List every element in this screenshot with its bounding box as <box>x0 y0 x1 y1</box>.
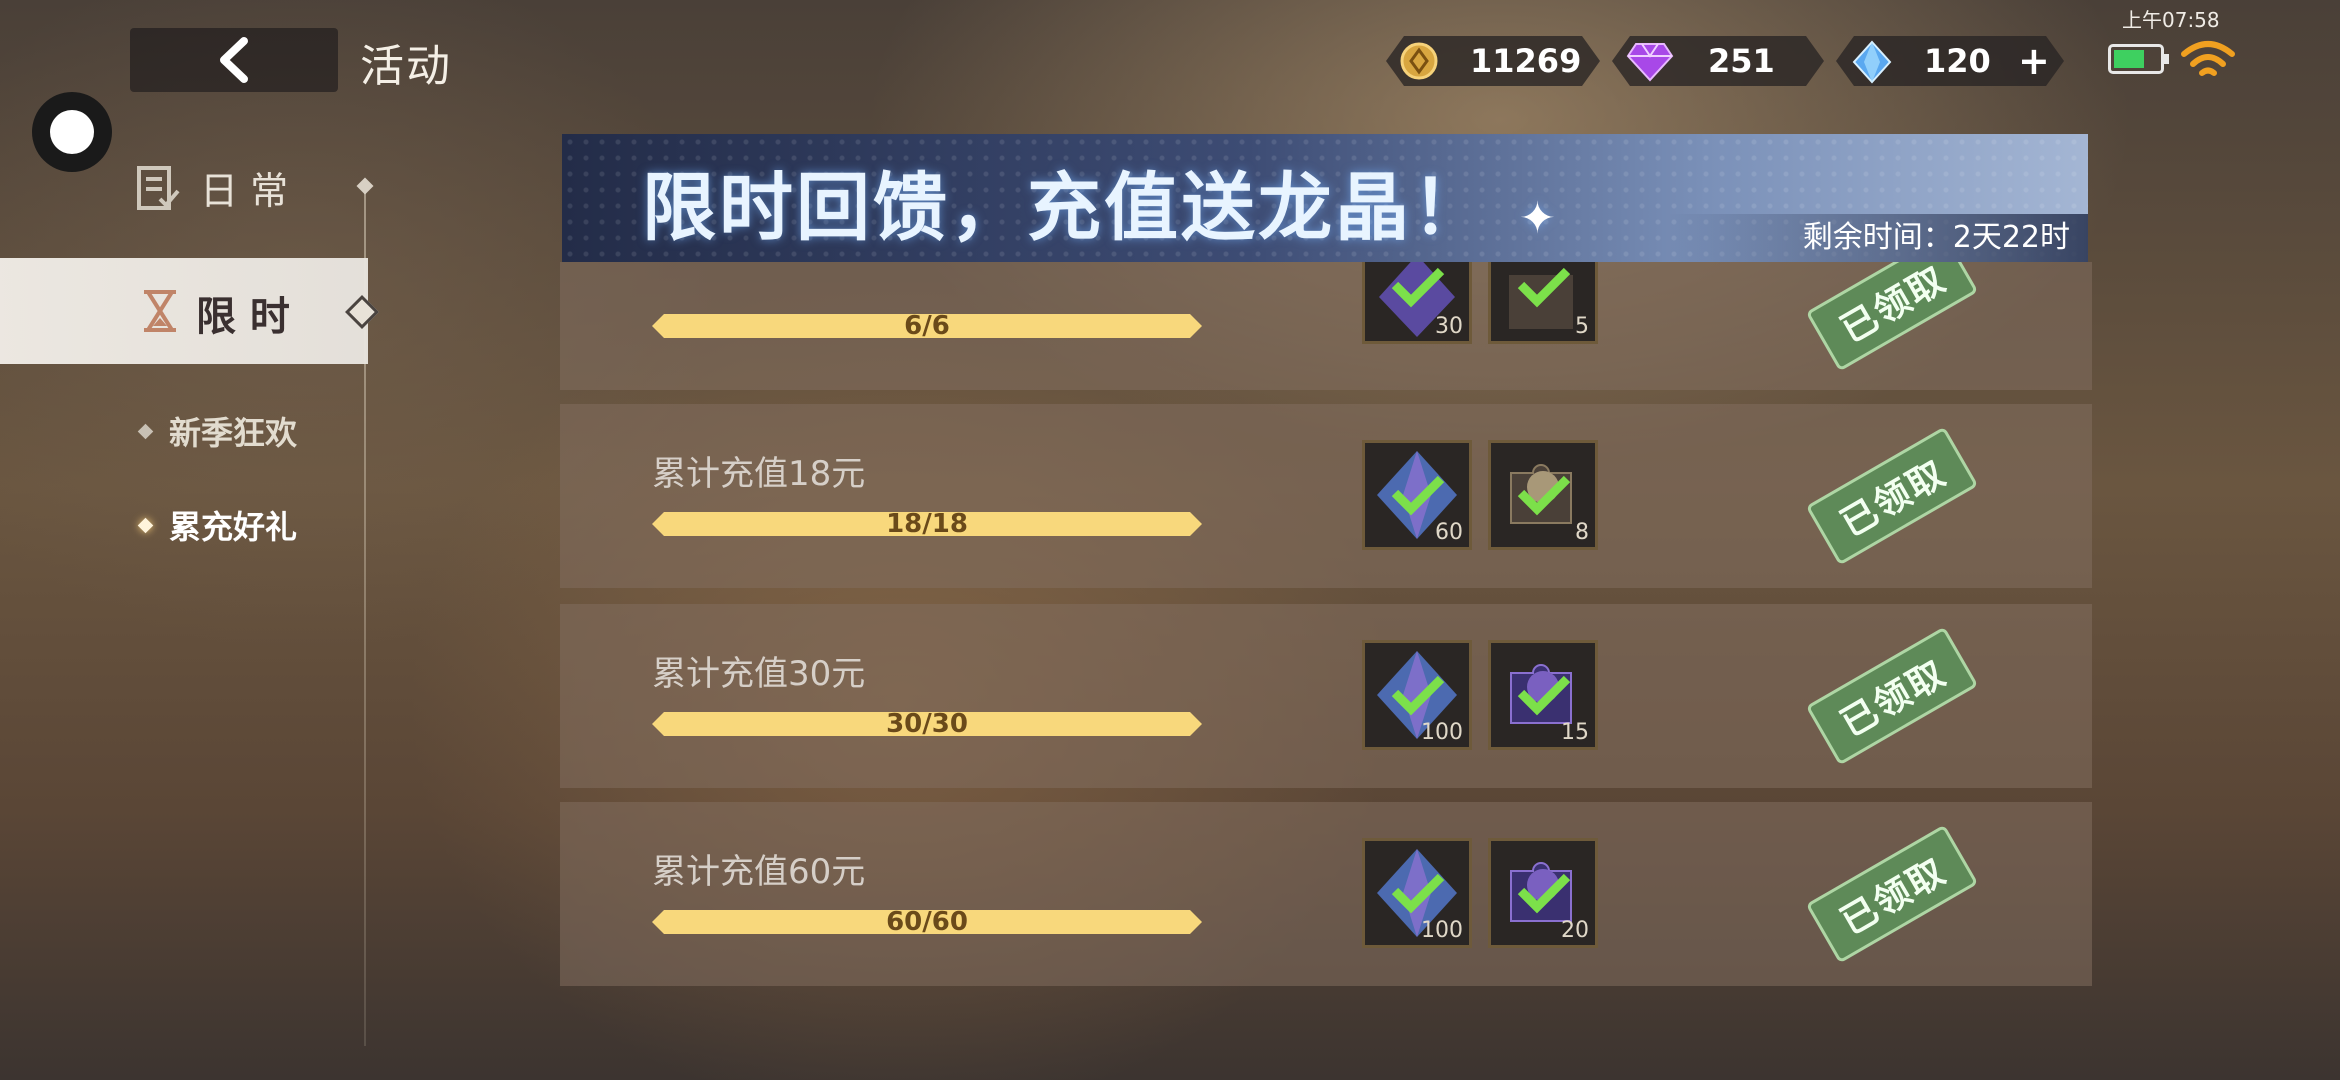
progress-bar: 30/30 <box>652 712 1202 736</box>
sidebar-item-label: 日 常 <box>200 169 289 213</box>
add-crystal-button[interactable]: + <box>2018 39 2050 83</box>
claimed-stamp[interactable]: 已领取 <box>1805 426 1979 566</box>
checklist-icon <box>137 165 180 210</box>
purple-diamond-value: 251 <box>1708 42 1775 80</box>
reward-count: 5 <box>1575 314 1589 339</box>
purple-diamond-counter: 251 <box>1612 36 1824 86</box>
reward-row: 6/6 30 5 已领取 <box>560 222 2092 390</box>
sidebar-item-label: 限 时 <box>196 294 290 340</box>
wifi-icon <box>2181 41 2235 76</box>
remaining-time: 剩余时间：2天22时 <box>1802 220 2070 255</box>
reward-count: 100 <box>1421 720 1463 745</box>
reward-row: 累计充值18元 18/18 60 8 已领取 <box>560 404 2092 588</box>
progress-text: 18/18 <box>886 509 968 539</box>
claimed-label: 已领取 <box>1834 850 1954 944</box>
floating-assist-button[interactable] <box>32 92 112 172</box>
reward-item[interactable]: 8 <box>1488 440 1598 550</box>
reward-row: 累计充值30元 30/30 100 15 已领取 <box>560 604 2092 788</box>
status-time: 上午07:58 <box>2122 8 2220 32</box>
banner-title-text: 限时回馈，充值送龙晶！ <box>642 165 1489 251</box>
reward-count: 8 <box>1575 520 1589 545</box>
reward-item[interactable]: 20 <box>1488 838 1598 948</box>
claimed-stamp[interactable]: 已领取 <box>1805 626 1979 766</box>
event-banner: 限时回馈，充值送龙晶！ ✦ 剩余时间：2天22时 <box>562 134 2088 262</box>
blue-crystal-icon <box>1850 40 1894 84</box>
active-marker <box>345 295 379 329</box>
reward-count: 30 <box>1435 314 1463 339</box>
sparkle-icon: ✦ <box>1519 193 1559 244</box>
reward-count: 15 <box>1561 720 1589 745</box>
banner-title: 限时回馈，充值送龙晶！ ✦ <box>642 148 1559 255</box>
reward-title: 累计充值60元 <box>652 852 866 892</box>
reward-title: 累计充值30元 <box>652 654 866 694</box>
divider-marker <box>356 177 374 195</box>
claimed-label: 已领取 <box>1834 652 1954 746</box>
progress-bar: 18/18 <box>652 512 1202 536</box>
purple-diamond-icon <box>1626 40 1674 82</box>
reward-item[interactable]: 60 <box>1362 440 1472 550</box>
gold-coin-counter: 11269 <box>1386 36 1600 86</box>
reward-row: 累计充值60元 60/60 100 20 已领取 <box>560 802 2092 986</box>
claimed-stamp[interactable]: 已领取 <box>1805 824 1979 964</box>
reward-item[interactable]: 100 <box>1362 838 1472 948</box>
sidebar-item-limited[interactable]: 限 时 <box>0 258 379 364</box>
reward-count: 20 <box>1561 918 1589 943</box>
reward-item[interactable]: 100 <box>1362 640 1472 750</box>
sidebar-item-daily[interactable]: 日 常 <box>136 160 288 215</box>
battery-icon <box>2108 44 2169 74</box>
progress-text: 60/60 <box>886 907 968 937</box>
reward-count: 100 <box>1421 918 1463 943</box>
blue-crystal-value: 120 <box>1924 42 1991 80</box>
gold-coin-value: 11269 <box>1470 42 1582 80</box>
blue-crystal-counter: 120 + <box>1836 36 2064 86</box>
progress-text: 30/30 <box>886 709 968 739</box>
claimed-label: 已领取 <box>1834 258 1954 352</box>
back-button[interactable] <box>130 28 338 92</box>
progress-bar: 6/6 <box>652 314 1202 338</box>
reward-count: 60 <box>1435 520 1463 545</box>
reward-title: 累计充值18元 <box>652 454 866 494</box>
progress-bar: 60/60 <box>652 910 1202 934</box>
reward-item[interactable]: 15 <box>1488 640 1598 750</box>
hourglass-icon <box>144 290 176 332</box>
page-title: 活动 <box>360 41 452 92</box>
sidebar-subitem-label: 新季狂欢 <box>169 414 298 452</box>
chevron-left-icon <box>220 37 248 83</box>
sidebar-subitem-cumulative-recharge[interactable]: 累充好礼 <box>137 502 298 548</box>
progress-text: 6/6 <box>904 311 950 341</box>
sidebar-subitem-label: 累充好礼 <box>169 508 298 546</box>
claimed-label: 已领取 <box>1834 452 1954 546</box>
gold-coin-icon <box>1400 42 1438 80</box>
sidebar-subitem-new-season[interactable]: 新季狂欢 <box>137 408 298 454</box>
